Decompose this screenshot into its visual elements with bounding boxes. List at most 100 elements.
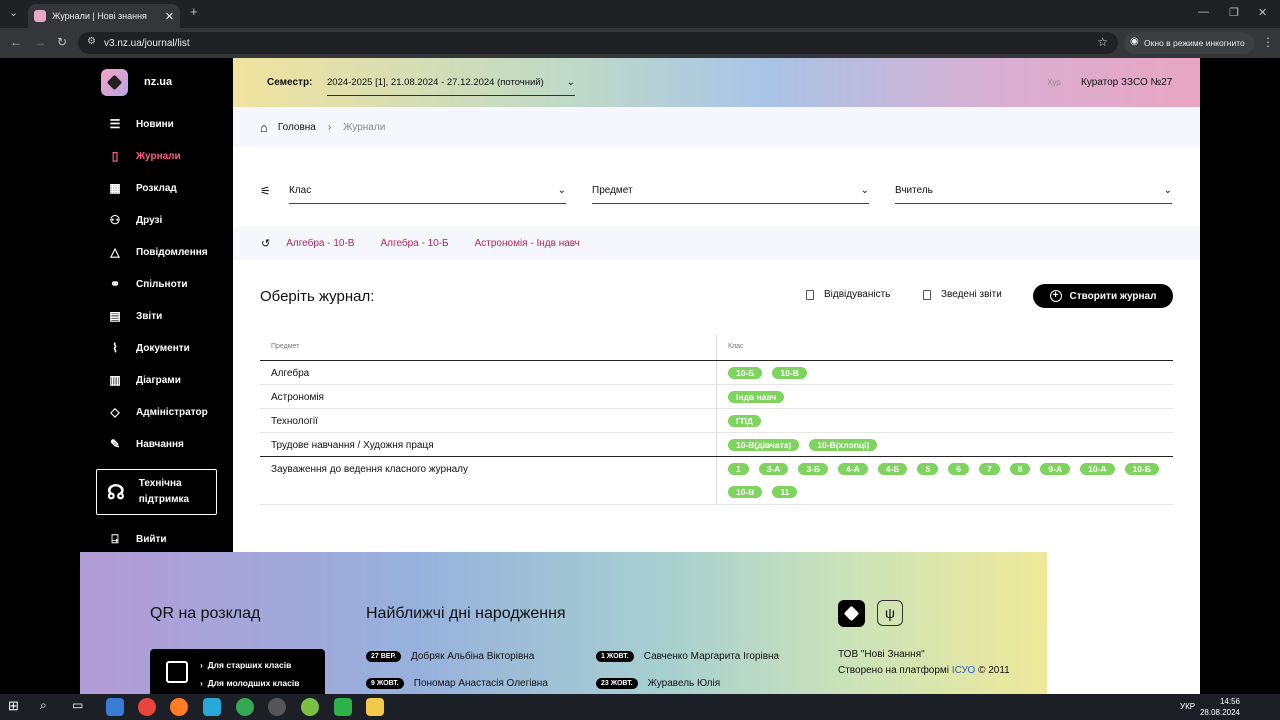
summary-reports-button[interactable]: Зведені звіти [923,289,1002,300]
chrome-alt-icon[interactable] [236,698,254,716]
table-row[interactable]: Астрономія Індв навч [260,385,1173,409]
subject-cell[interactable]: Технології [271,409,318,432]
class-badge[interactable]: 3-Б [798,463,829,475]
nz-logo-icon[interactable] [101,69,128,96]
class-badge[interactable]: 9-А [1040,463,1071,475]
class-badge[interactable]: 3-А [758,463,789,475]
avatar[interactable]: Хур [1043,72,1065,94]
site-info-icon[interactable]: ⚙ [87,36,96,47]
chevron-down-icon: ⌄ [860,185,869,196]
subject-cell[interactable]: Алгебра [271,361,309,384]
browser-menu-icon[interactable]: ⋮ [1262,35,1274,49]
class-badge[interactable]: 10-В(хлопці) [809,439,878,451]
class-badge[interactable]: 10-В(дівчата) [728,439,800,451]
browser-toolbar: ← → ↻ ⚙ v3.nz.ua/journal/list ☆ ◉ Окно в… [0,28,1280,58]
chart-icon: ▥ [109,373,121,387]
sidebar-item-charts[interactable]: ▥ Діаграми [108,371,228,389]
class-badge[interactable]: ГПД [728,415,761,427]
nz-logo-icon[interactable] [838,600,865,627]
close-tab-icon[interactable]: ✕ [165,10,174,23]
recent-journal-link[interactable]: Алгебра - 10-Б [380,238,448,249]
address-bar[interactable]: ⚙ v3.nz.ua/journal/list ☆ [78,32,1118,54]
subject-filter[interactable]: Предмет ⌄ [592,178,869,204]
subject-cell[interactable]: Трудове навчання / Художня праця [271,433,434,456]
sidebar-item-messages[interactable]: △ Повідомлення [108,243,228,261]
language-indicator[interactable]: УКР [1180,702,1195,711]
qr-junior-link[interactable]: › Для молодших класів [200,678,299,688]
filter-settings-icon[interactable]: ⚟ [260,184,271,198]
app-icon[interactable] [334,698,352,716]
class-badge[interactable]: 1 [728,463,749,475]
support-button[interactable]: ☊ Технічна підтримка [96,469,217,515]
table-row[interactable]: Трудове навчання / Художня праця 10-В(дів… [260,433,1173,457]
class-badge[interactable]: 5 [917,463,939,475]
table-row[interactable]: Технології ГПД [260,409,1173,433]
table-row[interactable]: Зауваження до ведення класного журналу 1 3… [260,457,1173,505]
teacher-filter[interactable]: Вчитель ⌄ [895,178,1172,204]
table-row[interactable]: Алгебра 10-Б 10-В [260,361,1173,385]
platform-link[interactable]: ІСУО [952,665,975,676]
new-tab-icon[interactable]: + [190,4,198,19]
search-icon[interactable]: ⌕ [40,698,58,716]
sidebar-item-reports[interactable]: ▤ Звіти [108,307,228,325]
class-badge[interactable]: 11 [772,486,798,498]
logout-button[interactable]: ⍈ Вийти [108,530,228,548]
class-badge[interactable]: 10-Б [728,367,763,379]
sidebar-item-communities[interactable]: ⚭ Спільноти [108,275,228,293]
sidebar-item-news[interactable]: ☰ Новини [108,115,228,133]
reload-icon[interactable]: ↻ [57,35,67,49]
class-badge[interactable]: 10-В [728,486,763,498]
messenger-icon[interactable] [203,698,221,716]
maximize-icon[interactable]: ❐ [1229,6,1239,19]
breadcrumb-home[interactable]: Головна [278,122,316,133]
class-badge[interactable]: 4-Б [877,463,908,475]
incognito-indicator[interactable]: ◉ Окно в режиме инкогнито [1124,32,1254,54]
sidebar-item-learning[interactable]: ✎ Навчання [108,435,228,453]
minimize-icon[interactable]: — [1198,6,1209,18]
semester-value: 2024-2025 [1], 21.08.2024 - 27.12.2024 (… [327,77,544,88]
bookmark-star-icon[interactable]: ☆ [1097,35,1108,49]
class-badge[interactable]: 7 [978,463,1000,475]
app-icon[interactable] [301,698,319,716]
windows-start-icon[interactable]: ⊞ [8,698,26,716]
class-badge[interactable]: 4-А [838,463,868,475]
chrome-icon[interactable] [138,698,156,716]
sidebar-item-admin[interactable]: ◇ Адміністратор [108,403,228,421]
create-journal-button[interactable]: + Створити журнал [1033,284,1173,308]
sidebar-item-schedule[interactable]: ▦ Розклад [108,179,228,197]
class-badge[interactable]: 8 [1009,463,1031,475]
subject-cell[interactable]: Зауваження до ведення класного журналу [271,457,468,504]
recent-journal-link[interactable]: Астрономія - Індв навч [475,238,580,249]
subject-cell[interactable]: Астрономія [271,385,324,408]
task-view-icon[interactable]: ▭ [72,698,90,716]
back-icon[interactable]: ← [10,35,22,49]
browser-tab-strip: ⌄ Журнали | Нові знання ✕ + — ❐ ✕ [0,0,1280,28]
top-bar: Семестр: 2024-2025 [1], 21.08.2024 - 27.… [233,58,1200,107]
firefox-icon[interactable] [170,698,188,716]
recent-journal-link[interactable]: Алгебра - 10-В [286,238,354,249]
class-badge[interactable]: 6 [948,463,969,475]
home-icon[interactable]: ⌂ [260,120,268,135]
class-filter[interactable]: Клас ⌄ [289,178,566,204]
class-badge[interactable]: Індв навч [728,391,785,403]
attendance-button[interactable]: Відвідуваність [806,289,890,300]
app-icon[interactable] [106,698,124,716]
obs-icon[interactable] [268,698,286,716]
clock[interactable]: 14:56 28.08.2024 [1198,696,1240,718]
semester-select[interactable]: 2024-2025 [1], 21.08.2024 - 27.12.2024 (… [327,70,575,96]
class-badge[interactable]: 10-В [772,367,807,379]
class-badge[interactable]: 10-Б [1124,463,1159,475]
window-close-icon[interactable]: ✕ [1258,6,1267,19]
birthday-item: 9 ЖОВТ. Пономар Анастасія Олегівна [366,678,548,689]
user-name[interactable]: Куратор ЗЗСО №27 [1081,77,1172,88]
tab-search-icon[interactable]: ⌄ [9,6,18,19]
forward-icon[interactable]: → [34,35,46,49]
browser-tab[interactable]: Журнали | Нові знання ✕ [28,4,180,28]
qr-senior-link[interactable]: › Для старших класів [200,660,291,670]
sidebar-item-documents[interactable]: ⌇ Документи [108,339,228,357]
favicon-icon [34,10,46,22]
sidebar-item-journals[interactable]: ▯ Журнали [108,147,228,165]
file-explorer-icon[interactable] [366,698,384,716]
class-badge[interactable]: 10-А [1080,463,1115,475]
sidebar-item-friends[interactable]: ⚇ Друзі [108,211,228,229]
